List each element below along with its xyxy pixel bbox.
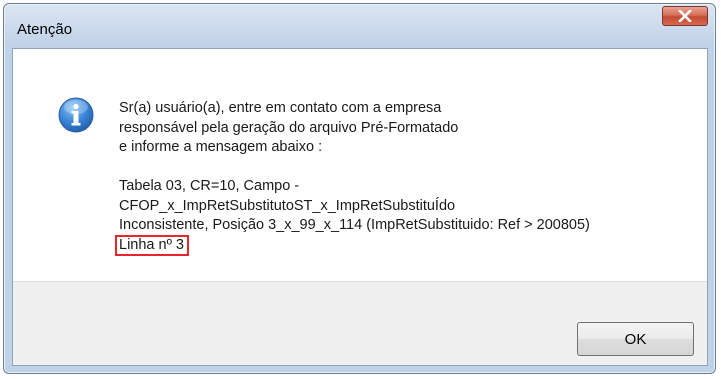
detail-line: Tabela 03, CR=10, Campo -: [119, 178, 300, 194]
message-line: e informe a mensagem abaixo :: [119, 139, 323, 155]
info-icon: [58, 97, 94, 133]
close-button[interactable]: [662, 6, 708, 26]
message-line: responsável pela geração do arquivo Pré-…: [119, 119, 459, 136]
button-bar: OK: [13, 281, 707, 365]
highlighted-line-number: Linha nº 3: [115, 234, 189, 256]
message-text: Sr(a) usuário(a), entre em contato com a…: [115, 99, 590, 256]
ok-button[interactable]: OK: [577, 322, 694, 356]
window-title: Atenção: [17, 21, 73, 38]
detail-line: CFOP_x_ImpRetSubstitutoST_x_ImpRetSubsti…: [119, 197, 456, 214]
dialog-body: Sr(a) usuário(a), entre em contato com a…: [12, 48, 708, 366]
message-area: Sr(a) usuário(a), entre em contato com a…: [13, 49, 707, 281]
close-icon: [678, 10, 692, 22]
message-line: Sr(a) usuário(a), entre em contato com a…: [119, 100, 442, 116]
dialog-window: Atenção Sr(a) usuário(a), entre em conta…: [3, 3, 716, 374]
detail-line: Inconsistente, Posição 3_x_99_x_114 (Imp…: [119, 217, 590, 233]
title-bar[interactable]: Atenção: [4, 4, 715, 48]
